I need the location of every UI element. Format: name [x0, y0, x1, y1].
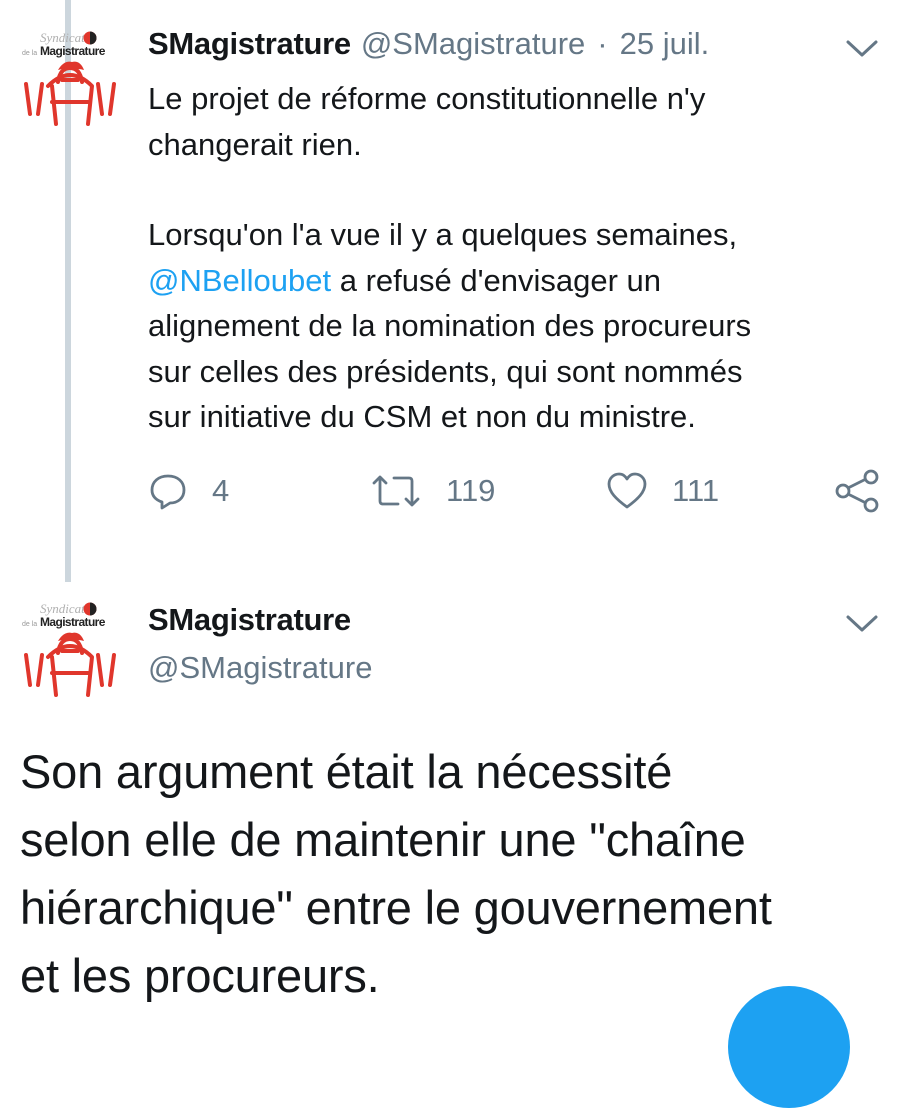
tweet-text-line: sur celles des présidents, qui sont nomm… [148, 353, 743, 389]
tweet-text-fragment: a refusé d'envisager un [331, 262, 662, 298]
syndicat-magistrature-logo: Syndicat de la Magistrature [22, 30, 116, 126]
tweet-text-line: Son argument était la nécessité [20, 745, 673, 798]
share-icon [835, 469, 879, 513]
share-button[interactable] [833, 466, 881, 516]
like-button[interactable]: 111 [606, 466, 719, 516]
syndicat-magistrature-logo: Syndicat de la Magistrature [22, 601, 116, 697]
display-name[interactable]: SMagistrature [148, 26, 351, 62]
retweet-icon [372, 475, 420, 507]
tweet-text-line: hiérarchique" entre le gouvernement [20, 881, 772, 934]
avatar[interactable]: Syndicat de la Magistrature [18, 595, 122, 699]
svg-text:de la: de la [22, 50, 37, 57]
compose-tweet-button[interactable] [728, 986, 850, 1108]
handle[interactable]: @SMagistrature [148, 650, 372, 686]
display-name[interactable]: SMagistrature [148, 602, 351, 638]
tweet-actions: 4 119 111 [148, 466, 888, 516]
reply-icon [150, 474, 186, 510]
chevron-down-icon[interactable] [845, 38, 879, 60]
svg-text:Syndicat: Syndicat [40, 601, 85, 616]
reply-count: 4 [212, 473, 230, 508]
tweet-date[interactable]: 25 juil. [620, 26, 710, 62]
retweet-count: 119 [446, 473, 496, 508]
reply-button[interactable]: 4 [148, 466, 229, 516]
svg-text:Magistrature: Magistrature [40, 44, 106, 58]
tweet-text-large: Son argument était la nécessité selon el… [20, 738, 900, 1010]
tweet-text: Le projet de réforme constitutionnelle n… [148, 76, 868, 440]
tweet-text-line: alignement de la nomination des procureu… [148, 308, 752, 343]
heart-icon [607, 472, 647, 509]
tweet-header: SMagistrature @SMagistrature · 25 juil. [148, 26, 709, 66]
like-count: 111 [672, 473, 720, 508]
avatar[interactable]: Syndicat de la Magistrature [18, 24, 122, 128]
svg-text:de la: de la [22, 621, 37, 628]
chevron-down-icon[interactable] [845, 613, 879, 635]
tweet-text-line: sur initiative du CSM et non du ministre… [148, 399, 696, 434]
retweet-button[interactable]: 119 [370, 466, 495, 516]
tweet-text-line: Lorsqu'on l'a vue il y a quelques semain… [148, 217, 738, 252]
svg-text:Syndicat: Syndicat [40, 30, 85, 45]
svg-text:Magistrature: Magistrature [40, 615, 106, 629]
tweet-text-line: selon elle de maintenir une "chaîne [20, 813, 746, 866]
tweet-text-line: Le projet de réforme constitutionnelle n… [148, 81, 706, 116]
tweet-text-line: changerait rien. [148, 126, 362, 162]
mention-link[interactable]: @NBelloubet [148, 263, 331, 298]
handle[interactable]: @SMagistrature [361, 26, 585, 62]
separator: · [597, 26, 608, 61]
tweet-text-line: @NBelloubet a refusé d'envisager un [148, 258, 868, 304]
